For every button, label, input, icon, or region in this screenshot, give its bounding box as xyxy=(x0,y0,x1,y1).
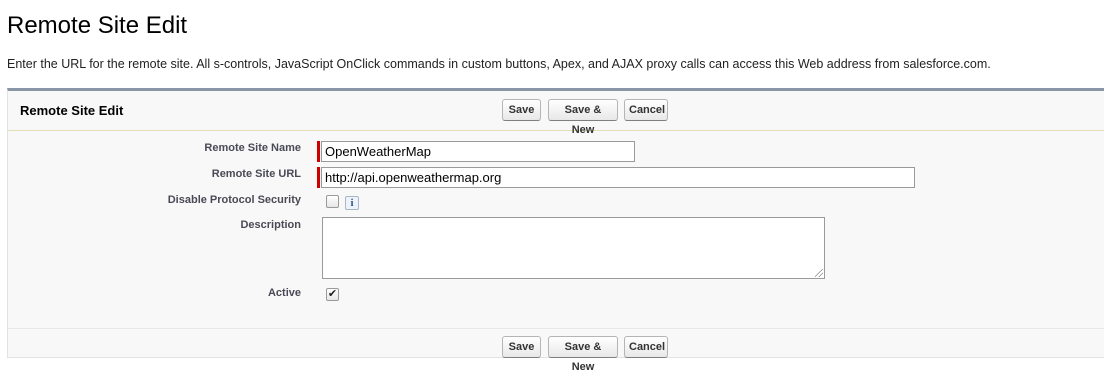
remote-site-name-input[interactable] xyxy=(321,141,635,162)
panel-header: Remote Site Edit Save Save & New Cancel xyxy=(8,91,1104,136)
panel-title: Remote Site Edit xyxy=(20,103,124,118)
page-title: Remote Site Edit xyxy=(7,12,188,39)
resize-grip-icon[interactable] xyxy=(815,269,823,277)
disable-protocol-security-checkbox[interactable] xyxy=(326,195,339,208)
panel-footer: Save Save & New Cancel xyxy=(8,328,1104,373)
page-description: Enter the URL for the remote site. All s… xyxy=(7,57,991,71)
disable-protocol-security-label: Disable Protocol Security xyxy=(167,194,301,206)
info-icon[interactable]: i xyxy=(345,196,359,210)
remote-site-name-label: Remote Site Name xyxy=(204,142,301,154)
description-label: Description xyxy=(240,219,301,231)
remote-site-url-input[interactable] xyxy=(321,167,915,188)
cancel-button-top[interactable]: Cancel xyxy=(624,99,668,121)
required-marker xyxy=(317,141,320,162)
required-marker xyxy=(317,167,320,188)
active-label: Active xyxy=(267,287,301,299)
description-textarea[interactable] xyxy=(322,217,825,279)
remote-site-url-label: Remote Site URL xyxy=(211,168,301,180)
edit-panel: Remote Site Edit Save Save & New Cancel … xyxy=(7,88,1104,373)
active-checkbox[interactable]: ✔ xyxy=(326,288,339,301)
cancel-button-bottom[interactable]: Cancel xyxy=(624,336,668,358)
save-button-top[interactable]: Save xyxy=(502,99,541,121)
save-button-bottom[interactable]: Save xyxy=(502,336,541,358)
save-and-new-button-bottom[interactable]: Save & New xyxy=(548,336,618,373)
save-and-new-button-top[interactable]: Save & New xyxy=(548,99,618,136)
